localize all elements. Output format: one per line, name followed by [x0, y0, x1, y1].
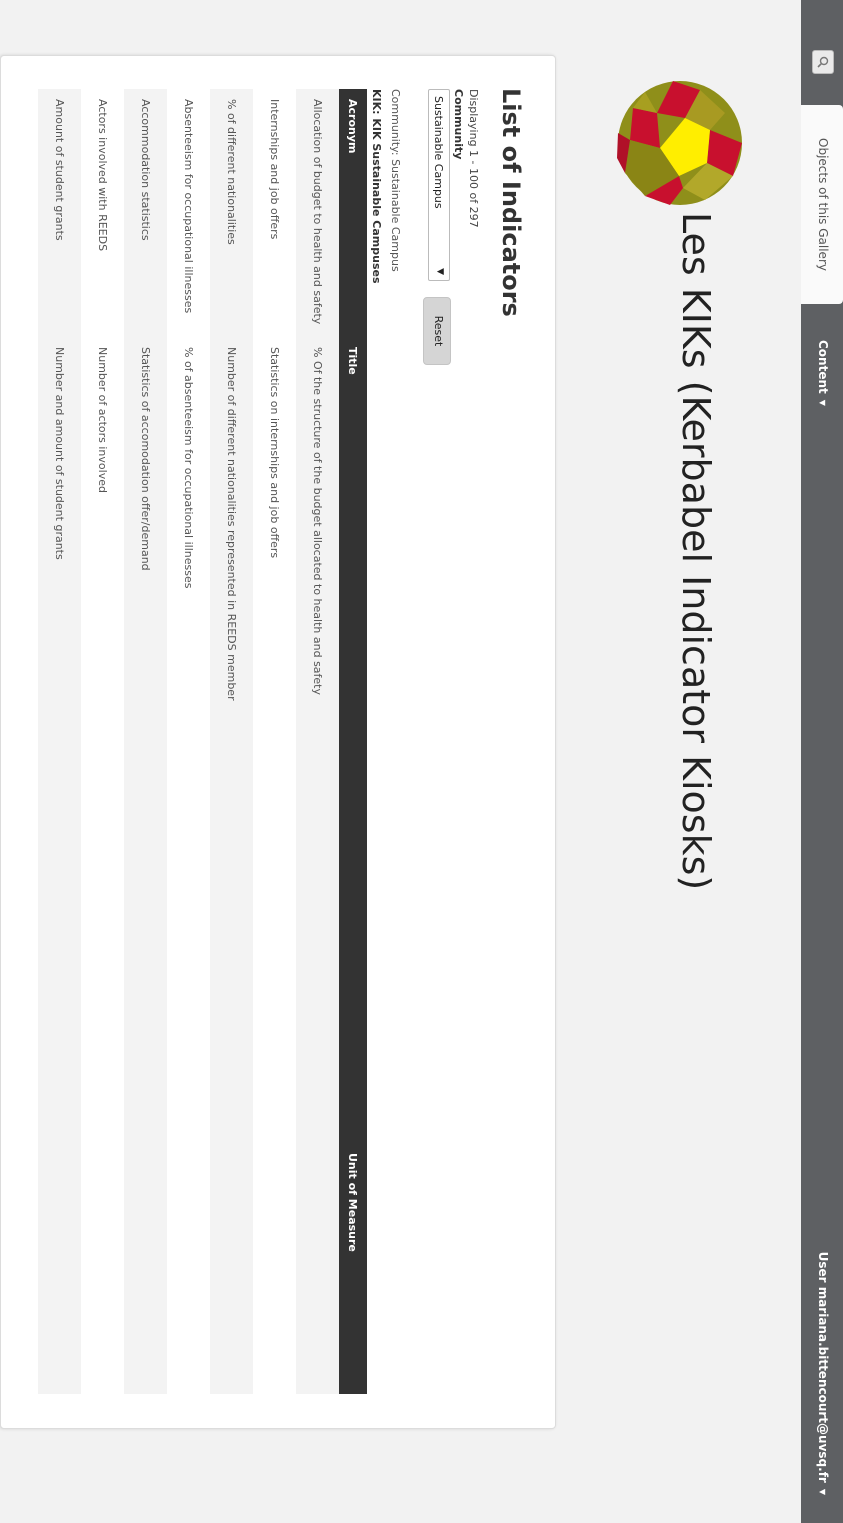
- tab-objects-of-gallery-label: Objects of this Gallery: [816, 138, 830, 271]
- user-menu[interactable]: User mariana.bittencourt@uvsq.fr ▼: [801, 1252, 843, 1495]
- unit-cell: [210, 1143, 253, 1394]
- acronym-cell: Accommodation statistics: [124, 89, 167, 337]
- tab-objects-of-gallery[interactable]: Objects of this Gallery: [801, 105, 843, 304]
- indicators-table: Acronym Title Unit of Measure Allocation…: [38, 89, 367, 1394]
- column-header-unit[interactable]: Unit of Measure: [339, 1143, 367, 1394]
- title-cell: Statistics on internships and job offers: [253, 337, 296, 1143]
- top-navigation-bar: Objects of this Gallery Content ▼ User ma…: [801, 0, 843, 1523]
- table-row[interactable]: Accommodation statistics Statistics of a…: [124, 89, 167, 1394]
- table-row[interactable]: Absenteeism for occupational illnesses %…: [167, 89, 210, 1394]
- table-row[interactable]: Internships and job offers Statistics on…: [253, 89, 296, 1394]
- reset-button[interactable]: Reset: [423, 297, 451, 365]
- result-count: Displaying 1 - 100 of 297: [467, 89, 480, 228]
- acronym-cell: Amount of student grants: [38, 89, 81, 337]
- content-menu[interactable]: Content ▼: [801, 340, 843, 406]
- polyhedron-logo: [617, 81, 742, 205]
- unit-cell: [296, 1143, 339, 1394]
- column-header-acronym[interactable]: Acronym: [339, 89, 367, 337]
- user-menu-label: User mariana.bittencourt@uvsq.fr: [816, 1251, 830, 1483]
- table-row[interactable]: Allocation of budget to health and safet…: [296, 89, 339, 1394]
- acronym-cell: Absenteeism for occupational illnesses: [167, 89, 210, 337]
- unit-cell: [124, 1143, 167, 1394]
- chevron-down-icon: ▼: [818, 399, 827, 406]
- kik-name: KIK: KIK Sustainable Campuses: [370, 89, 383, 284]
- community-select-value: Sustainable Campus: [432, 96, 445, 209]
- unit-cell: [81, 1143, 124, 1394]
- unit-cell: [167, 1143, 210, 1394]
- title-cell: Number of different nationalities repres…: [210, 337, 253, 1143]
- title-cell: Statistics of accomodation offer/demand: [124, 337, 167, 1143]
- title-cell: Number of actors involved: [81, 337, 124, 1143]
- table-row[interactable]: Actors involved with REEDS Number of act…: [81, 89, 124, 1394]
- title-cell: % of absenteeism for occupational illnes…: [167, 337, 210, 1143]
- acronym-cell: % of different nationalities: [210, 89, 253, 337]
- acronym-cell: Actors involved with REEDS: [81, 89, 124, 337]
- community-filter-label: Community: [452, 89, 465, 160]
- table-row[interactable]: % of different nationalities Number of d…: [210, 89, 253, 1394]
- indicator-list-panel: List of Indicators Displaying 1 - 100 of…: [0, 55, 556, 1429]
- table-header-row: Acronym Title Unit of Measure: [339, 89, 367, 1394]
- chevron-down-icon: ▼: [818, 1488, 827, 1495]
- page-title: List of Indicators: [497, 88, 525, 317]
- column-header-title[interactable]: Title: [339, 337, 367, 1143]
- search-icon: [817, 56, 829, 68]
- unit-cell: [38, 1143, 81, 1394]
- table-row[interactable]: Amount of student grants Number and amou…: [38, 89, 81, 1394]
- title-cell: % Of the structure of the budget allocat…: [296, 337, 339, 1143]
- dropdown-arrow-icon: ▼: [435, 268, 445, 275]
- acronym-cell: Allocation of budget to health and safet…: [296, 89, 339, 337]
- community-select[interactable]: Sustainable Campus ▼: [428, 89, 450, 281]
- active-community-filter: Community: Sustainable Campus: [389, 89, 402, 272]
- acronym-cell: Internships and job offers: [253, 89, 296, 337]
- search-button[interactable]: [812, 50, 834, 74]
- unit-cell: [253, 1143, 296, 1394]
- content-menu-label: Content: [816, 340, 830, 394]
- site-title: Les KIKs (Kerbabel Indicator Kiosks): [674, 212, 718, 891]
- title-cell: Number and amount of student grants: [38, 337, 81, 1143]
